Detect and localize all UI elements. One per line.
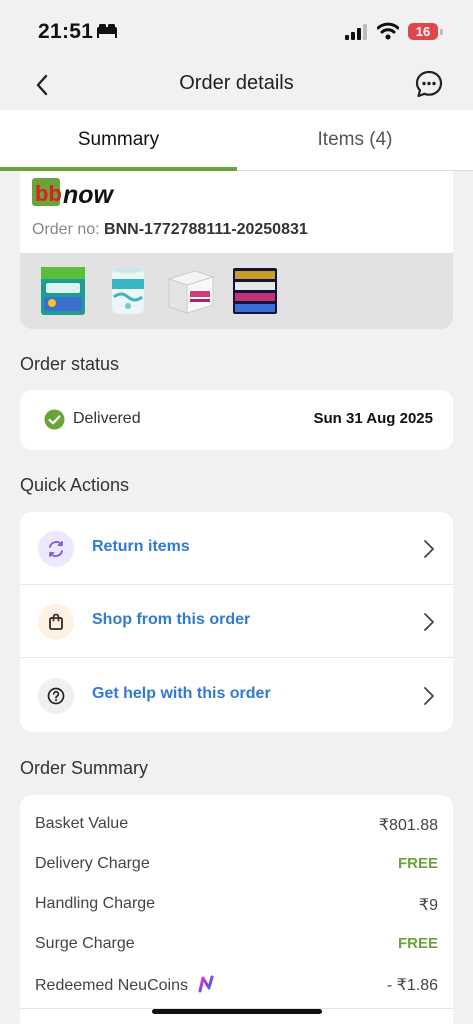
battery-tip (440, 29, 443, 35)
home-indicator[interactable] (152, 1009, 322, 1014)
chevron-right-icon (422, 538, 436, 565)
quick-actions-card: Return items Shop from this order Get he… (20, 512, 453, 732)
neucoin-icon (198, 975, 216, 998)
get-help-label: Get help with this order (92, 685, 271, 702)
basket-value-amount: ₹801.88 (378, 817, 438, 834)
shop-from-order-label: Shop from this order (92, 611, 251, 628)
quick-actions-heading: Quick Actions (20, 475, 130, 495)
get-help-action[interactable]: Get help with this order (20, 659, 453, 732)
tab-summary[interactable]: Summary (0, 110, 237, 171)
app-header: Order details (0, 60, 473, 110)
battery-icon: 16 (408, 23, 438, 40)
status-time: 21:51 (38, 20, 94, 43)
order-number-value: BNN-1772788111-20250831 (104, 221, 308, 238)
order-number: Order no: BNN-1772788111-20250831 (32, 221, 308, 239)
summary-row: Redeemed NeuCoins - ₹1.86 (20, 975, 453, 999)
cellular-signal-icon (345, 24, 369, 45)
shop-from-order-action[interactable]: Shop from this order (20, 585, 453, 658)
product-thumbnails[interactable] (20, 253, 453, 329)
product-thumbnail-premier (230, 265, 280, 317)
order-summary-card: Basket Value ₹801.88 Delivery Charge FRE… (20, 795, 453, 1024)
order-status-text: Delivered (73, 410, 141, 427)
redeemed-neucoins-amount: - ₹1.86 (386, 977, 438, 994)
status-bar: 21:51 16 (0, 0, 473, 60)
order-summary-heading: Order Summary (20, 758, 149, 778)
wifi-icon (376, 22, 400, 45)
summary-row: Basket Value ₹801.88 (20, 815, 453, 839)
chat-icon (415, 70, 443, 98)
svg-text:bb: bb (35, 181, 62, 206)
tab-items[interactable]: Items (4) (237, 110, 473, 171)
product-thumbnail-origami-klassic (165, 265, 215, 317)
delivery-charge-label: Delivery Charge (35, 855, 150, 872)
product-thumbnail-stayfree (38, 265, 88, 317)
order-number-label: Order no: (32, 221, 100, 238)
summary-row: Delivery Charge FREE (20, 855, 453, 879)
chevron-right-icon (422, 611, 436, 638)
order-status-date: Sun 31 Aug 2025 (313, 410, 434, 427)
order-card: bb now Order no: BNN-1772788111-20250831 (20, 171, 453, 329)
return-items-label: Return items (92, 538, 190, 555)
chevron-right-icon (422, 685, 436, 712)
svg-text:now: now (63, 181, 115, 209)
summary-row: Surge Charge FREE (20, 935, 453, 959)
sleep-mode-icon (96, 24, 118, 43)
handling-charge-label: Handling Charge (35, 895, 156, 912)
summary-row: Handling Charge ₹9 (20, 895, 453, 919)
delivery-charge-amount: FREE (397, 855, 438, 872)
basket-value-label: Basket Value (35, 815, 129, 832)
check-circle-icon (44, 409, 65, 435)
help-icon (38, 678, 74, 714)
order-status-card: Delivered Sun 31 Aug 2025 (20, 390, 453, 450)
chat-button[interactable] (414, 69, 444, 99)
return-items-action[interactable]: Return items (20, 512, 453, 585)
surge-charge-label: Surge Charge (35, 935, 135, 952)
surge-charge-amount: FREE (397, 935, 438, 952)
battery-level: 16 (415, 24, 431, 39)
bbnow-logo: bb now (32, 177, 122, 214)
shopping-bag-icon (38, 604, 74, 640)
tab-bar: Summary Items (4) (0, 110, 473, 171)
page-title: Order details (179, 72, 294, 94)
product-thumbnail-origami-towel (103, 265, 153, 317)
return-icon (38, 531, 74, 567)
redeemed-neucoins-label: Redeemed NeuCoins (35, 977, 188, 994)
redeemed-neucoins: Redeemed NeuCoins (35, 975, 216, 998)
order-status-heading: Order status (20, 354, 120, 374)
handling-charge-amount: ₹9 (418, 897, 438, 914)
